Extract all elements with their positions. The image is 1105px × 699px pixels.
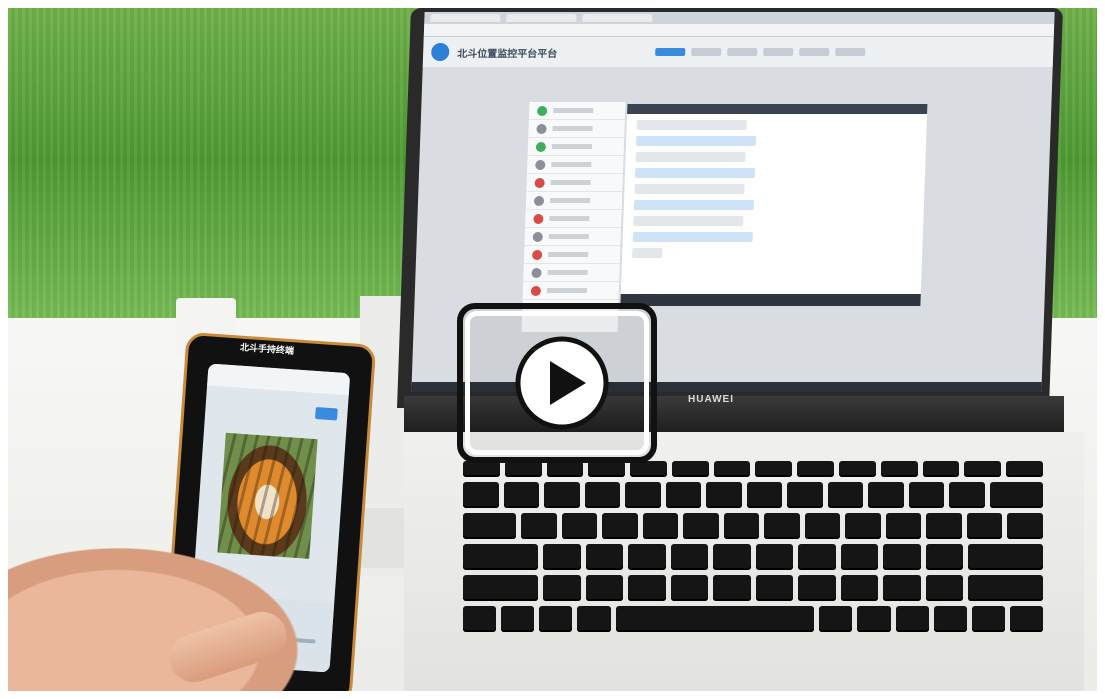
app-logo-icon <box>430 43 450 61</box>
send-button <box>315 406 338 421</box>
video-frame: 北斗位置监控平台平台 HUAWEI 北斗手持终端 <box>8 8 1097 691</box>
contact-list <box>521 102 627 332</box>
app-nav <box>655 48 866 56</box>
chat-panel <box>620 104 928 294</box>
play-icon <box>515 336 609 430</box>
browser-tabs <box>424 12 1055 24</box>
app-title: 北斗位置监控平台平台 <box>456 48 558 60</box>
browser-address-bar <box>423 24 1055 37</box>
laptop-brand-logo: HUAWEI <box>688 394 734 405</box>
play-button[interactable] <box>457 303 657 463</box>
monitoring-app-header: 北斗位置监控平台平台 <box>422 37 1054 67</box>
laptop-keyboard <box>463 461 1043 651</box>
stand-base <box>360 508 406 568</box>
chat-input-bar <box>620 294 921 306</box>
tiger-photo-stripes <box>217 432 318 559</box>
